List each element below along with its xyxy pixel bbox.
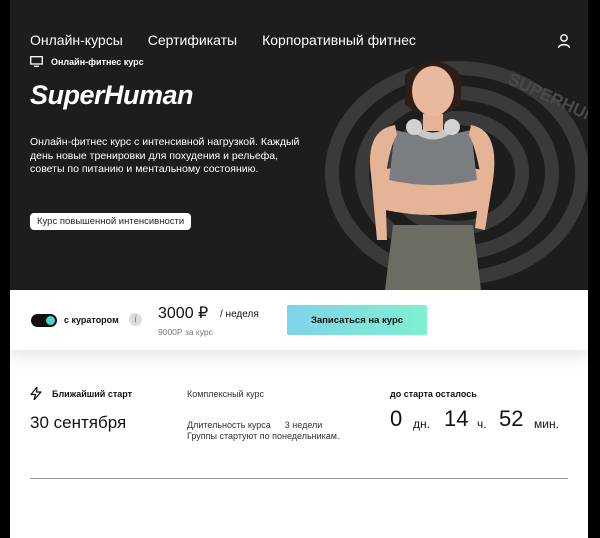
curator-toggle[interactable] xyxy=(31,314,57,327)
page-frame: Онлайн-курсы Сертификаты Корпоративный ф… xyxy=(10,0,588,538)
user-icon[interactable] xyxy=(556,33,572,49)
info-icon[interactable]: i xyxy=(129,313,142,326)
countdown-minutes-unit: мин. xyxy=(534,417,559,431)
section-divider xyxy=(30,478,568,479)
hero-section: Онлайн-курсы Сертификаты Корпоративный ф… xyxy=(10,0,588,290)
start-date: 30 сентября xyxy=(30,413,127,432)
price-period: / неделя xyxy=(220,309,259,320)
countdown-days-unit: дн. xyxy=(413,417,430,431)
duration-line: Длительность курса 3 недели xyxy=(187,419,322,431)
hero-model-illustration: SUPERHUMAN xyxy=(325,61,588,290)
duration-value: 3 недели xyxy=(284,420,323,430)
brand-title: SuperHuman xyxy=(30,80,194,110)
hero-description: Онлайн-фитнес курс с интенсивной нагрузк… xyxy=(30,136,300,175)
countdown-minutes: 52 xyxy=(499,406,524,431)
enroll-button[interactable]: Записаться на курс xyxy=(287,305,427,335)
groups-note: Группы стартуют по понедельникам. xyxy=(187,431,340,441)
countdown-hours: 14 xyxy=(444,406,469,431)
full-course-price: 9000Р за курс xyxy=(158,327,213,337)
price-value: 3000 ₽ xyxy=(158,305,209,322)
countdown-hours-unit: ч. xyxy=(477,417,487,431)
program-label: Комплексный курс xyxy=(187,389,265,399)
countdown-label: до старта осталось xyxy=(390,389,477,399)
curator-label: с куратором xyxy=(64,315,119,325)
course-type-tag: Онлайн-фитнес курс xyxy=(30,56,144,67)
nav-item-corporate-fitness[interactable]: Корпоративный фитнес xyxy=(262,32,416,48)
pricing-bar: с куратором i 3000 ₽ / неделя 9000Р за к… xyxy=(10,290,588,350)
intensity-badge: Курс повышенной интенсивности xyxy=(30,213,192,230)
lightning-icon xyxy=(30,387,42,400)
nearest-start-label: Ближайший старт xyxy=(52,389,133,399)
monitor-icon xyxy=(30,56,43,67)
duration-label: Длительность курса xyxy=(187,420,271,430)
countdown-days: 0 xyxy=(390,406,403,431)
nav-item-certificates[interactable]: Сертификаты xyxy=(148,32,237,48)
top-nav: Онлайн-курсы Сертификаты Корпоративный ф… xyxy=(30,32,416,48)
nav-item-online-courses[interactable]: Онлайн-курсы xyxy=(30,32,123,48)
start-info: Ближайший старт 30 сентября Комплексный … xyxy=(10,386,588,456)
course-type-label: Онлайн-фитнес курс xyxy=(51,56,144,67)
